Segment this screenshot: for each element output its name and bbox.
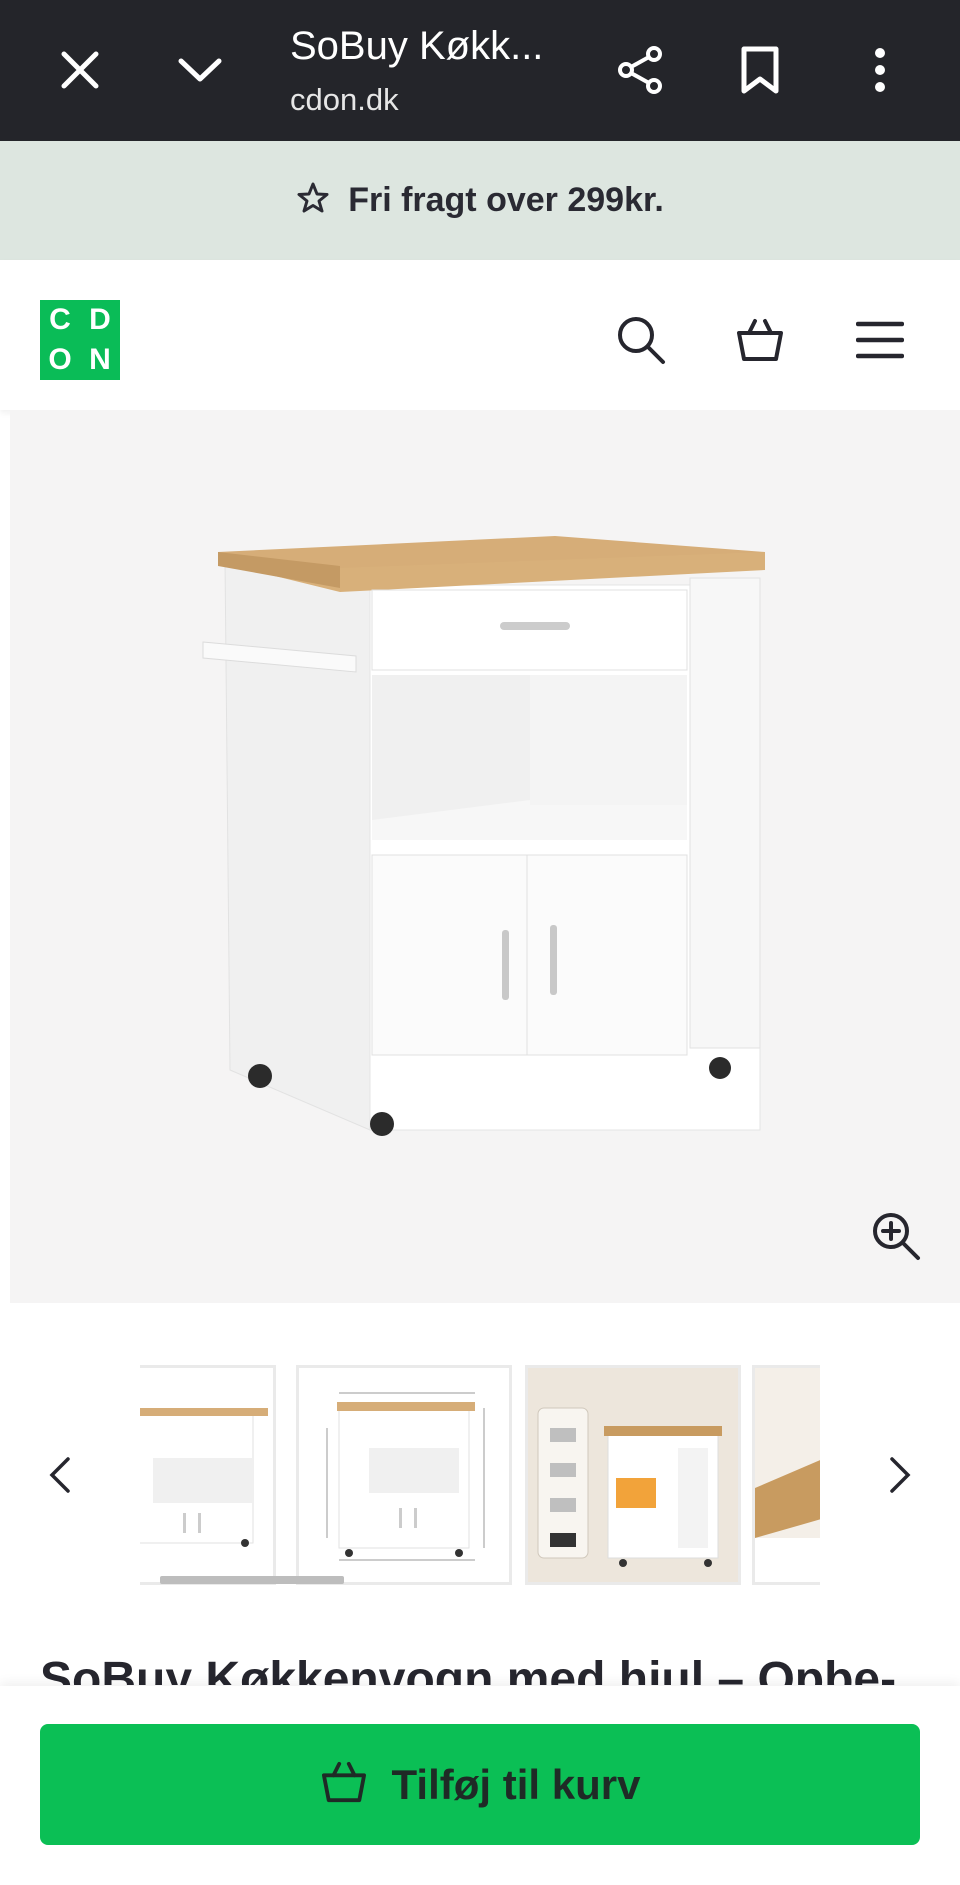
browser-toolbar: SoBuy Køkk... cdon.dk bbox=[0, 0, 960, 141]
search-icon[interactable] bbox=[606, 305, 676, 375]
carousel-scrollbar[interactable] bbox=[160, 1576, 344, 1584]
basket-icon[interactable] bbox=[725, 305, 795, 375]
free-shipping-banner: Fri fragt over 299kr. bbox=[0, 141, 960, 260]
thumbnail-strip[interactable] bbox=[140, 1365, 820, 1585]
thumbnail[interactable] bbox=[525, 1365, 741, 1585]
carousel-prev-button[interactable] bbox=[30, 1430, 90, 1520]
star-icon bbox=[296, 181, 330, 220]
basket-icon bbox=[320, 1760, 368, 1809]
site-header: C D O N bbox=[0, 260, 960, 410]
logo-letter: C bbox=[49, 303, 71, 336]
zoom-in-icon[interactable] bbox=[860, 1200, 932, 1272]
product-title: SoBuy Køkkenvogn med hjul – Opbe- bbox=[40, 1653, 897, 1685]
logo-letter: D bbox=[89, 303, 111, 336]
logo-letter: N bbox=[89, 343, 111, 376]
carousel-next-button[interactable] bbox=[870, 1430, 930, 1520]
add-to-cart-label: Tilføj til kurv bbox=[391, 1760, 641, 1808]
more-vert-icon[interactable] bbox=[840, 30, 920, 110]
add-to-cart-button[interactable]: Tilføj til kurv bbox=[40, 1724, 920, 1845]
logo-letter: O bbox=[48, 343, 72, 376]
promo-text: Fri fragt over 299kr. bbox=[348, 181, 664, 219]
bookmark-icon[interactable] bbox=[720, 30, 800, 110]
page-title: SoBuy Køkk... bbox=[290, 24, 544, 68]
thumbnail[interactable] bbox=[140, 1365, 276, 1585]
kitchen-cart-illustration bbox=[202, 536, 765, 1136]
thumbnail[interactable] bbox=[296, 1365, 512, 1585]
menu-icon[interactable] bbox=[845, 305, 915, 375]
page-url[interactable]: cdon.dk bbox=[290, 82, 399, 118]
thumbnail[interactable] bbox=[752, 1365, 820, 1585]
cdon-logo[interactable]: C D O N bbox=[40, 300, 120, 380]
share-icon[interactable] bbox=[600, 30, 680, 110]
close-icon[interactable] bbox=[40, 30, 120, 110]
product-image[interactable] bbox=[10, 410, 960, 1303]
chevron-down-icon[interactable] bbox=[160, 30, 240, 110]
